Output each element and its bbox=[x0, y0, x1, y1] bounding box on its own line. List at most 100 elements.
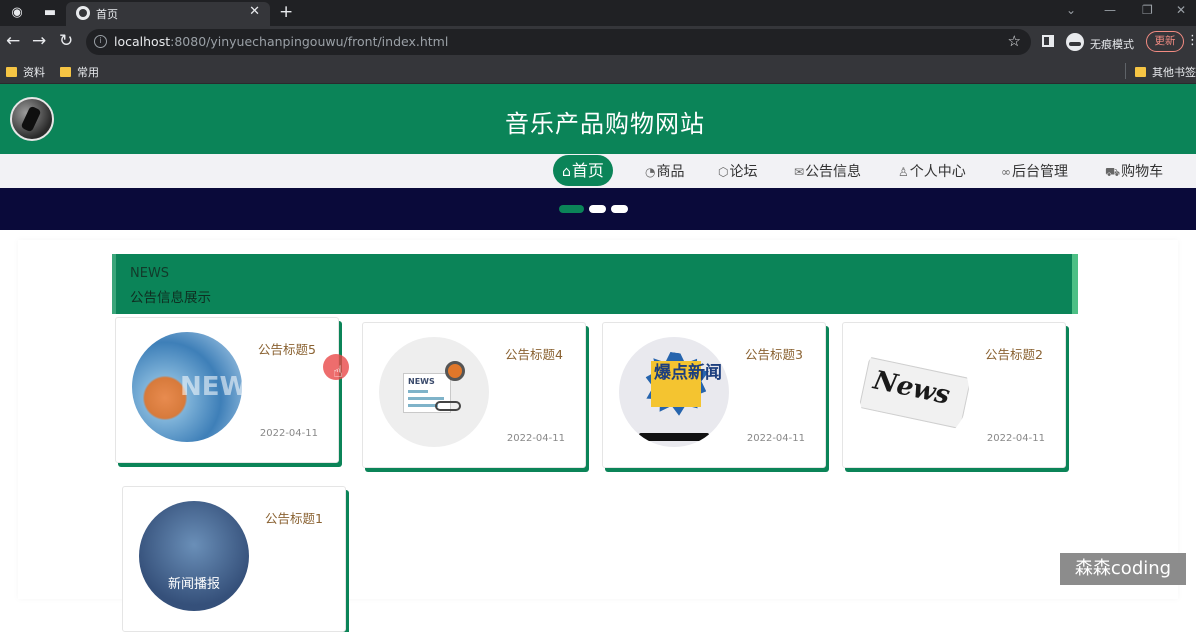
carousel-dot-2[interactable] bbox=[589, 205, 606, 213]
bookmarks-bar: 资料 常用 其他书签 bbox=[0, 58, 1196, 84]
news-title: 公告标题1 bbox=[265, 511, 323, 526]
incognito-icon[interactable] bbox=[1066, 33, 1084, 51]
newspaper-graphic: News bbox=[859, 356, 969, 430]
url-path: :8080/yinyuechanpingouwu/front/index.htm… bbox=[170, 34, 449, 49]
news-thumbnail: 爆点新闻 bbox=[619, 337, 729, 447]
news-section-header: NEWS 公告信息展示 bbox=[112, 254, 1078, 314]
camera-lens-graphic bbox=[445, 361, 465, 381]
thumbnail-text: NEWS bbox=[408, 377, 435, 386]
news-card-1[interactable]: 新闻播报 公告标题1 bbox=[122, 486, 346, 632]
home-icon: ⌂ bbox=[562, 164, 571, 180]
back-icon[interactable]: ← bbox=[6, 32, 20, 50]
thumbnail-text: NEW bbox=[180, 372, 242, 402]
cube-icon: ⬡ bbox=[718, 165, 729, 179]
bookmark-folder[interactable]: 常用 bbox=[60, 64, 99, 80]
nav-item-products[interactable]: ◔商品 bbox=[645, 161, 684, 181]
watermark: 森森coding bbox=[1060, 553, 1186, 585]
url-host: localhost bbox=[114, 34, 171, 49]
nav-item-admin[interactable]: ∞后台管理 bbox=[1001, 161, 1068, 181]
nav-label: 购物车 bbox=[1121, 164, 1164, 180]
folder-icon bbox=[6, 67, 17, 77]
minimize-icon[interactable]: — bbox=[1104, 3, 1116, 17]
globe-icon bbox=[76, 6, 90, 20]
news-date: 2022-04-11 bbox=[506, 433, 565, 444]
bookmark-divider bbox=[1125, 63, 1126, 79]
browser-tab-bar: ◉ ▬ 首页 ✕ + ⌄ — ❐ ✕ bbox=[0, 0, 1196, 26]
news-title: 公告标题3 bbox=[745, 347, 803, 362]
thumbnail-text: 爆点新闻 bbox=[654, 363, 722, 383]
thumbnail-text: News bbox=[870, 365, 953, 411]
url-text[interactable]: localhost:8080/yinyuechanpingouwu/front/… bbox=[114, 34, 448, 49]
cart-icon: ⛟ bbox=[1105, 165, 1121, 179]
update-button[interactable]: 更新 bbox=[1146, 31, 1184, 52]
nav-label: 首页 bbox=[571, 161, 604, 180]
nav-label: 论坛 bbox=[729, 164, 758, 180]
site-header: 音乐产品购物网站 bbox=[0, 84, 1196, 154]
site-title: 音乐产品购物网站 bbox=[505, 110, 705, 138]
chevron-down-icon[interactable]: ⌄ bbox=[1066, 3, 1076, 17]
other-bookmarks-folder[interactable]: 其他书签 bbox=[1135, 64, 1196, 80]
new-tab-button[interactable]: + bbox=[279, 2, 293, 22]
user-icon: ♙ bbox=[898, 165, 909, 179]
text-line bbox=[408, 404, 438, 407]
news-title: 公告标题5 bbox=[258, 342, 316, 357]
stand-graphic bbox=[639, 433, 709, 441]
nav-label: 商品 bbox=[656, 164, 685, 180]
profile-icon[interactable]: ◉ bbox=[9, 5, 25, 21]
incognito-label: 无痕模式 bbox=[1090, 38, 1134, 51]
nav-label: 后台管理 bbox=[1012, 164, 1068, 180]
carousel-dot-1[interactable] bbox=[559, 205, 584, 213]
news-date: 2022-04-11 bbox=[986, 433, 1045, 444]
news-title: 公告标题4 bbox=[505, 347, 563, 362]
browser-tab[interactable]: 首页 ✕ bbox=[66, 2, 270, 26]
thumbnail-text: 新闻播报 bbox=[167, 577, 220, 592]
section-title-en: NEWS bbox=[130, 266, 170, 281]
mail-icon: ✉ bbox=[794, 165, 805, 179]
nav-label: 公告信息 bbox=[805, 164, 862, 180]
banner-carousel bbox=[0, 188, 1196, 230]
close-icon[interactable]: ✕ bbox=[249, 4, 260, 19]
bookmark-label: 其他书签 bbox=[1152, 66, 1196, 79]
nav-item-home[interactable]: ⌂首页 bbox=[553, 155, 613, 186]
folder-icon bbox=[60, 67, 71, 77]
section-title-cn: 公告信息展示 bbox=[130, 290, 211, 306]
news-title: 公告标题2 bbox=[985, 347, 1043, 362]
info-icon[interactable]: i bbox=[94, 35, 107, 48]
carousel-dot-3[interactable] bbox=[611, 205, 628, 213]
bookmark-star-icon[interactable]: ☆ bbox=[1008, 32, 1021, 50]
glasses-graphic bbox=[435, 401, 461, 411]
main-nav: ⌂首页 ◔商品 ⬡论坛 ✉公告信息 ♙个人中心 ∞后台管理 ⛟购物车 bbox=[0, 154, 1196, 188]
folder-icon bbox=[1135, 67, 1146, 77]
gauge-icon: ◔ bbox=[645, 165, 656, 179]
bookmark-label: 资料 bbox=[23, 66, 45, 79]
news-date: 2022-04-11 bbox=[746, 433, 805, 444]
side-panel-icon[interactable] bbox=[1042, 35, 1054, 47]
news-card-3[interactable]: 爆点新闻 公告标题3 2022-04-11 bbox=[602, 322, 826, 468]
hand-cursor-icon: ☝ bbox=[333, 362, 343, 381]
browser-toolbar: ← → ↻ i localhost:8080/yinyuechanpingouw… bbox=[0, 26, 1196, 58]
nav-item-announcements[interactable]: ✉公告信息 bbox=[794, 161, 861, 181]
news-card-5[interactable]: NEW 公告标题5 2022-04-11 bbox=[115, 317, 339, 463]
bookmark-folder[interactable]: 资料 bbox=[6, 64, 45, 80]
text-line bbox=[408, 390, 428, 393]
link-icon: ∞ bbox=[1001, 165, 1011, 179]
restore-icon[interactable]: ❐ bbox=[1142, 3, 1153, 17]
nav-item-cart[interactable]: ⛟购物车 bbox=[1105, 161, 1163, 181]
text-line bbox=[408, 397, 444, 400]
reload-icon[interactable]: ↻ bbox=[59, 32, 73, 50]
news-card-4[interactable]: NEWS 公告标题4 2022-04-11 bbox=[362, 322, 586, 468]
forward-icon[interactable]: → bbox=[32, 32, 46, 50]
news-card-2[interactable]: News 公告标题2 2022-04-11 bbox=[842, 322, 1066, 468]
nav-item-forum[interactable]: ⬡论坛 bbox=[718, 161, 757, 181]
bookmark-label: 常用 bbox=[77, 66, 99, 79]
window-close-icon[interactable]: ✕ bbox=[1176, 3, 1186, 17]
news-thumbnail: NEW bbox=[132, 332, 242, 442]
tab-search-icon[interactable]: ▬ bbox=[42, 5, 58, 21]
news-thumbnail: NEWS bbox=[379, 337, 489, 447]
address-bar[interactable]: i localhost:8080/yinyuechanpingouwu/fron… bbox=[86, 29, 1031, 55]
news-date: 2022-04-11 bbox=[259, 428, 318, 439]
menu-icon[interactable]: ⋮ bbox=[1186, 33, 1196, 48]
nav-item-profile[interactable]: ♙个人中心 bbox=[898, 161, 966, 181]
nav-label: 个人中心 bbox=[909, 164, 966, 180]
tab-title: 首页 bbox=[96, 8, 118, 21]
